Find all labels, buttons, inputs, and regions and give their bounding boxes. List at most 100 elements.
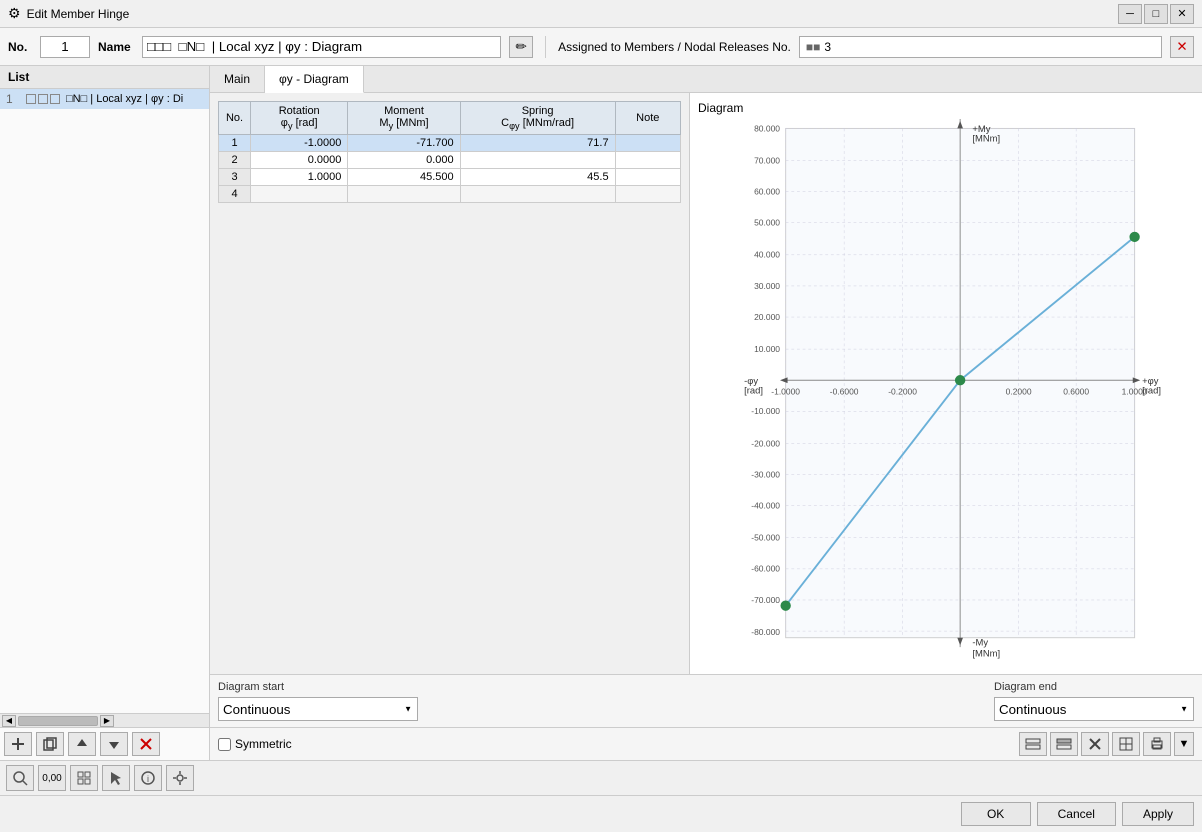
select-icon (108, 770, 124, 786)
scroll-thumb[interactable] (18, 716, 98, 726)
svg-text:-10.000: -10.000 (751, 406, 780, 416)
ok-button[interactable]: OK (961, 802, 1031, 826)
tab-diagram[interactable]: φy - Diagram (265, 66, 364, 93)
svg-text:20.000: 20.000 (754, 312, 780, 322)
diagram-start-section: Diagram start Continuous Fixed Free (218, 681, 418, 721)
svg-text:10.000: 10.000 (754, 344, 780, 354)
scroll-left[interactable]: ◀ (2, 715, 16, 727)
cell-note[interactable] (615, 186, 680, 203)
svg-text:-70.000: -70.000 (751, 595, 780, 605)
cell-moment[interactable]: 45.500 (348, 169, 460, 186)
cell-rotation[interactable]: 1.0000 (251, 169, 348, 186)
delete-row-button[interactable] (1081, 732, 1109, 756)
decimal-icon: 0,00 (42, 773, 61, 784)
cell-note[interactable] (615, 135, 680, 152)
cell-moment[interactable]: 0.000 (348, 152, 460, 169)
svg-text:-My: -My (972, 636, 988, 647)
right-panel: Main φy - Diagram No. Rotation (210, 66, 1202, 760)
name-input[interactable] (142, 36, 501, 58)
info-button[interactable]: i (134, 765, 162, 791)
icon-square3 (50, 94, 60, 104)
cell-note[interactable] (615, 169, 680, 186)
settings-icon (172, 770, 188, 786)
left-scrollbar[interactable]: ◀ ▶ (0, 713, 209, 727)
insert-row2-button[interactable] (1050, 732, 1078, 756)
copy-item-button[interactable] (36, 732, 64, 756)
delete-item-button[interactable] (132, 732, 160, 756)
minimize-button[interactable]: ─ (1118, 4, 1142, 24)
select-button[interactable] (102, 765, 130, 791)
cell-moment[interactable] (348, 186, 460, 203)
cell-spring[interactable]: 45.5 (460, 169, 615, 186)
cell-rotation[interactable] (251, 186, 348, 203)
table-row[interactable]: 4 (219, 186, 681, 203)
scroll-right[interactable]: ▶ (100, 715, 114, 727)
table-panel: No. Rotation φy [rad] Moment (210, 93, 690, 674)
up-icon (74, 736, 90, 752)
symmetric-checkbox[interactable] (218, 738, 231, 751)
move-down-button[interactable] (100, 732, 128, 756)
settings-button[interactable] (166, 765, 194, 791)
insert2-icon (1056, 736, 1072, 752)
info-icon: i (140, 770, 156, 786)
clear-assigned-button[interactable]: ✕ (1170, 36, 1194, 58)
cell-spring[interactable] (460, 152, 615, 169)
table-row[interactable]: 3 1.0000 45.500 45.5 (219, 169, 681, 186)
search-button[interactable] (6, 765, 34, 791)
table-row[interactable]: 2 0.0000 0.000 (219, 152, 681, 169)
diagram-end-select[interactable]: Continuous Fixed Free (994, 697, 1194, 721)
list-item[interactable]: 1 □N□ | Local xyz | φy : Di (0, 89, 209, 109)
grid-button[interactable] (70, 765, 98, 791)
svg-text:1.0000: 1.0000 (1122, 386, 1148, 396)
svg-text:60.000: 60.000 (754, 186, 780, 196)
decimal-button[interactable]: 0,00 (38, 765, 66, 791)
search-icon (12, 770, 28, 786)
no-input[interactable] (40, 36, 90, 58)
cell-spring[interactable] (460, 186, 615, 203)
diagram-start-select[interactable]: Continuous Fixed Free (218, 697, 418, 721)
cell-spring[interactable]: 71.7 (460, 135, 615, 152)
svg-text:-1.0000: -1.0000 (771, 386, 800, 396)
diagram-start-label: Diagram start (218, 681, 418, 693)
delete-row-icon (1087, 736, 1103, 752)
cell-rotation[interactable]: 0.0000 (251, 152, 348, 169)
list-items: 1 □N□ | Local xyz | φy : Di (0, 89, 209, 713)
diagram-start-end: Diagram start Continuous Fixed Free Diag… (210, 674, 1202, 727)
left-panel: List 1 □N□ | Local xyz | φy : Di ◀ ▶ (0, 66, 210, 760)
edit-name-button[interactable]: ✏ (509, 36, 533, 58)
bottom-bar: Symmetric (210, 727, 1202, 760)
svg-text:30.000: 30.000 (754, 281, 780, 291)
svg-text:-30.000: -30.000 (751, 469, 780, 479)
print-button[interactable] (1143, 732, 1171, 756)
cell-note[interactable] (615, 152, 680, 169)
svg-text:0.6000: 0.6000 (1063, 386, 1089, 396)
tab-main[interactable]: Main (210, 66, 265, 92)
cell-rotation[interactable]: -1.0000 (251, 135, 348, 152)
apply-button[interactable]: Apply (1122, 802, 1194, 826)
maximize-button[interactable]: □ (1144, 4, 1168, 24)
symmetric-checkbox-label[interactable]: Symmetric (218, 737, 292, 751)
close-button[interactable]: ✕ (1170, 4, 1194, 24)
svg-text:70.000: 70.000 (754, 155, 780, 165)
more-options-button[interactable]: ▼ (1174, 732, 1194, 756)
name-label: Name (98, 40, 134, 54)
title-bar: ⚙ Edit Member Hinge ─ □ ✕ (0, 0, 1202, 28)
svg-text:-40.000: -40.000 (751, 501, 780, 511)
insert-row-button[interactable] (1019, 732, 1047, 756)
diagram-start-wrapper: Continuous Fixed Free (218, 697, 418, 721)
svg-text:-20.000: -20.000 (751, 438, 780, 448)
ref-icon (1118, 736, 1134, 752)
icon-square2 (38, 94, 48, 104)
move-up-button[interactable] (68, 732, 96, 756)
delete-icon (138, 736, 154, 752)
cell-moment[interactable]: -71.700 (348, 135, 460, 152)
ref-button[interactable] (1112, 732, 1140, 756)
list-header: List (0, 66, 209, 89)
add-icon (10, 736, 26, 752)
table-row[interactable]: 1 -1.0000 -71.700 71.7 (219, 135, 681, 152)
diagram-end-label: Diagram end (994, 681, 1194, 693)
cancel-button[interactable]: Cancel (1037, 802, 1116, 826)
add-item-button[interactable] (4, 732, 32, 756)
svg-text:40.000: 40.000 (754, 250, 780, 260)
col-rotation: Rotation φy [rad] (251, 102, 348, 135)
